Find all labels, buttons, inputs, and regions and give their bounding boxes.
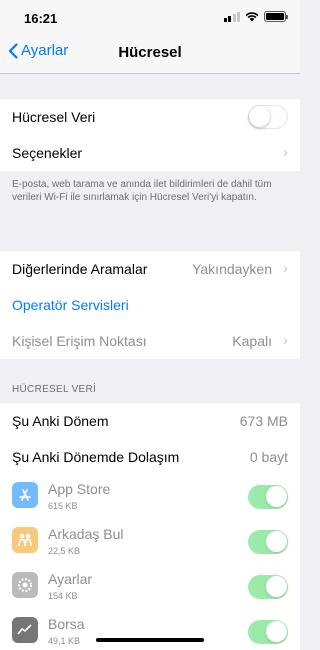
options-label: Seçenekler <box>12 145 83 161</box>
cellular-data-section-header: HÜCRESEL VERİ <box>12 384 97 395</box>
app-data-size: 49,1 KB <box>48 636 81 646</box>
current-period-row: Şu Anki Dönem 673 MB <box>0 403 300 439</box>
current-period-label: Şu Anki Dönem <box>12 413 109 429</box>
carrier-services-row[interactable]: Operatör Servisleri <box>0 287 300 323</box>
app-row-find-friends: Arkadaş Bul 22,5 KB <box>0 520 300 565</box>
app-name: Borsa <box>48 616 85 632</box>
options-row[interactable]: Seçenekler › <box>0 135 300 171</box>
app-store-icon <box>12 482 38 508</box>
chevron-right-icon: › <box>283 260 288 277</box>
navigation-bar: Ayarlar Hücresel <box>0 34 300 74</box>
chevron-right-icon: › <box>283 144 288 161</box>
find-friends-icon <box>12 527 38 553</box>
app-data-size: 154 KB <box>48 591 78 601</box>
app-row-stocks: Borsa 49,1 KB <box>0 610 300 650</box>
personal-hotspot-label: Kişisel Erişim Noktası <box>12 333 147 349</box>
cellular-data-label: Hücresel Veri <box>12 109 96 125</box>
status-time: 16:21 <box>24 11 58 26</box>
cellular-data-row: Hücresel Veri <box>0 99 300 135</box>
cellular-data-footer-note: E-posta, web tarama ve anında ilet bildi… <box>12 179 272 203</box>
current-roaming-row: Şu Anki Dönemde Dolaşım 0 bayt <box>0 439 300 475</box>
current-period-value: 673 MB <box>239 413 288 429</box>
find-friends-cellular-toggle[interactable] <box>248 530 288 554</box>
calls-on-other-devices-value: Yakındayken <box>192 261 272 277</box>
cellular-data-toggle[interactable] <box>248 105 288 129</box>
app-store-cellular-toggle[interactable] <box>248 485 288 509</box>
app-name: Ayarlar <box>48 571 93 587</box>
carrier-services-link[interactable]: Operatör Servisleri <box>12 297 129 313</box>
stocks-cellular-toggle[interactable] <box>248 620 288 644</box>
app-row-app-store: App Store 615 KB <box>0 475 300 520</box>
battery-icon <box>264 11 288 22</box>
app-data-size: 615 KB <box>48 501 78 511</box>
calls-on-other-devices-row[interactable]: Diğerlerinde Aramalar Yakındayken › <box>0 251 300 287</box>
chevron-right-icon: › <box>283 332 288 349</box>
settings-cellular-toggle[interactable] <box>248 575 288 599</box>
calls-on-other-devices-label: Diğerlerinde Aramalar <box>12 261 148 277</box>
personal-hotspot-value: Kapalı <box>232 333 272 349</box>
wifi-icon <box>245 12 259 22</box>
settings-icon <box>12 572 38 598</box>
current-roaming-value: 0 bayt <box>249 449 288 465</box>
app-name: App Store <box>48 481 111 497</box>
personal-hotspot-row[interactable]: Kişisel Erişim Noktası Kapalı › <box>0 323 300 359</box>
status-icons <box>223 11 288 22</box>
status-bar: 16:21 <box>0 0 300 34</box>
cellular-signal-icon <box>223 11 240 22</box>
app-data-size: 22,5 KB <box>48 546 81 556</box>
home-indicator <box>96 638 204 642</box>
app-row-settings: Ayarlar 154 KB <box>0 565 300 610</box>
current-roaming-label: Şu Anki Dönemde Dolaşım <box>12 449 180 465</box>
app-name: Arkadaş Bul <box>48 526 124 542</box>
stocks-icon <box>12 617 38 643</box>
page-title: Hücresel <box>118 44 182 61</box>
